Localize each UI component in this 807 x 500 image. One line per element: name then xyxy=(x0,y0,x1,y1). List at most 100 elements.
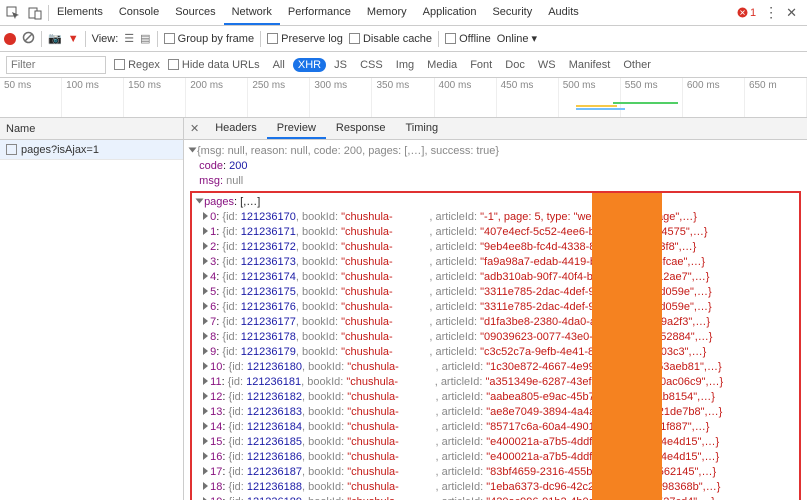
network-main: Name pages?isAjax=1 ✕ HeadersPreviewResp… xyxy=(0,118,807,500)
expand-icon[interactable] xyxy=(189,148,197,153)
array-item[interactable]: 2: {id: 121236172, bookId: "chushula- , … xyxy=(194,240,797,255)
expand-icon[interactable] xyxy=(203,467,208,475)
checkbox-icon[interactable] xyxy=(6,144,17,155)
tab-console[interactable]: Console xyxy=(111,1,167,25)
array-item[interactable]: 18: {id: 121236188, bookId: "chushula- ,… xyxy=(194,480,797,495)
array-item[interactable]: 16: {id: 121236186, bookId: "chushula- ,… xyxy=(194,450,797,465)
error-badge[interactable]: ✕1 xyxy=(737,7,756,19)
array-item[interactable]: 4: {id: 121236174, bookId: "chushula- , … xyxy=(194,270,797,285)
detail-tab-preview[interactable]: Preview xyxy=(267,119,326,139)
large-rows-icon[interactable]: ☰ xyxy=(124,32,134,45)
expand-icon[interactable] xyxy=(203,422,208,430)
expand-icon[interactable] xyxy=(203,317,208,325)
expand-icon[interactable] xyxy=(203,347,208,355)
filter-chip-manifest[interactable]: Manifest xyxy=(564,58,616,72)
waterfall-icon[interactable]: ▤ xyxy=(140,32,150,45)
array-item[interactable]: 5: {id: 121236175, bookId: "chushula- , … xyxy=(194,285,797,300)
filter-chip-other[interactable]: Other xyxy=(618,58,656,72)
filter-chip-css[interactable]: CSS xyxy=(355,58,388,72)
expand-icon[interactable] xyxy=(203,257,208,265)
disable-cache-checkbox[interactable]: Disable cache xyxy=(349,33,432,45)
timeline-overview[interactable]: 50 ms100 ms150 ms200 ms250 ms300 ms350 m… xyxy=(0,78,807,118)
array-item[interactable]: 12: {id: 121236182, bookId: "chushula- ,… xyxy=(194,390,797,405)
expand-icon[interactable] xyxy=(203,392,208,400)
array-item[interactable]: 13: {id: 121236183, bookId: "chushula- ,… xyxy=(194,405,797,420)
expand-icon[interactable] xyxy=(203,272,208,280)
more-icon[interactable]: ⋮ xyxy=(764,4,778,21)
filter-chip-font[interactable]: Font xyxy=(465,58,497,72)
filter-chip-js[interactable]: JS xyxy=(329,58,352,72)
filter-chip-media[interactable]: Media xyxy=(422,58,462,72)
expand-icon[interactable] xyxy=(203,227,208,235)
expand-icon[interactable] xyxy=(203,287,208,295)
request-detail: ✕ HeadersPreviewResponseTiming {msg: nul… xyxy=(184,118,807,500)
tab-elements[interactable]: Elements xyxy=(49,1,111,25)
tab-memory[interactable]: Memory xyxy=(359,1,415,25)
array-item[interactable]: 1: {id: 121236171, bookId: "chushula- , … xyxy=(194,225,797,240)
request-row[interactable]: pages?isAjax=1 xyxy=(0,140,183,160)
array-item[interactable]: 0: {id: 121236170, bookId: "chushula- , … xyxy=(194,210,797,225)
array-item[interactable]: 9: {id: 121236179, bookId: "chushula- , … xyxy=(194,345,797,360)
array-item[interactable]: 10: {id: 121236180, bookId: "chushula- ,… xyxy=(194,360,797,375)
array-item[interactable]: 15: {id: 121236185, bookId: "chushula- ,… xyxy=(194,435,797,450)
array-item[interactable]: 3: {id: 121236173, bookId: "chushula- , … xyxy=(194,255,797,270)
device-icon[interactable] xyxy=(26,4,44,22)
expand-icon[interactable] xyxy=(203,242,208,250)
timeline-tick: 50 ms xyxy=(0,78,62,117)
detail-tab-timing[interactable]: Timing xyxy=(395,119,448,139)
array-item[interactable]: 11: {id: 121236181, bookId: "chushula- ,… xyxy=(194,375,797,390)
timeline-tick: 600 ms xyxy=(683,78,745,117)
expand-icon[interactable] xyxy=(203,332,208,340)
timeline-tick: 150 ms xyxy=(124,78,186,117)
tab-audits[interactable]: Audits xyxy=(540,1,587,25)
array-item[interactable]: 8: {id: 121236178, bookId: "chushula- , … xyxy=(194,330,797,345)
tab-network[interactable]: Network xyxy=(224,1,280,25)
tab-application[interactable]: Application xyxy=(415,1,485,25)
filter-chip-doc[interactable]: Doc xyxy=(500,58,530,72)
regex-checkbox[interactable]: Regex xyxy=(114,59,160,71)
expand-icon[interactable] xyxy=(203,452,208,460)
filter-chip-img[interactable]: Img xyxy=(391,58,419,72)
tab-performance[interactable]: Performance xyxy=(280,1,359,25)
expand-icon[interactable] xyxy=(203,377,208,385)
array-item[interactable]: 6: {id: 121236176, bookId: "chushula- , … xyxy=(194,300,797,315)
expand-icon[interactable] xyxy=(203,302,208,310)
request-list-header[interactable]: Name xyxy=(0,118,183,140)
detail-tab-response[interactable]: Response xyxy=(326,119,396,139)
timeline-tick: 300 ms xyxy=(310,78,372,117)
filter-icon[interactable]: ▼ xyxy=(68,33,79,45)
expand-icon[interactable] xyxy=(203,437,208,445)
close-icon[interactable]: ✕ xyxy=(786,5,797,21)
array-item[interactable]: 19: {id: 121236189, bookId: "chushula- ,… xyxy=(194,495,797,500)
expand-icon[interactable] xyxy=(203,482,208,490)
filter-input[interactable] xyxy=(6,56,106,74)
preserve-log-checkbox[interactable]: Preserve log xyxy=(267,33,343,45)
close-detail-icon[interactable]: ✕ xyxy=(184,122,205,135)
separator xyxy=(260,31,261,47)
expand-icon[interactable] xyxy=(196,199,204,204)
tab-security[interactable]: Security xyxy=(484,1,540,25)
detail-tab-headers[interactable]: Headers xyxy=(205,119,267,139)
array-item[interactable]: 14: {id: 121236184, bookId: "chushula- ,… xyxy=(194,420,797,435)
array-item[interactable]: 17: {id: 121236187, bookId: "chushula- ,… xyxy=(194,465,797,480)
expand-icon[interactable] xyxy=(203,362,208,370)
offline-checkbox[interactable]: Offline xyxy=(445,33,491,45)
timeline-tick: 100 ms xyxy=(62,78,124,117)
filter-chip-ws[interactable]: WS xyxy=(533,58,561,72)
expand-icon[interactable] xyxy=(203,212,208,220)
throttling-select[interactable]: Online ▾ xyxy=(497,32,537,45)
group-by-frame-checkbox[interactable]: Group by frame xyxy=(164,33,254,45)
expand-icon[interactable] xyxy=(203,407,208,415)
clear-icon[interactable] xyxy=(22,31,35,47)
inspect-icon[interactable] xyxy=(4,4,22,22)
filter-chip-xhr[interactable]: XHR xyxy=(293,58,326,72)
preview-pane[interactable]: {msg: null, reason: null, code: 200, pag… xyxy=(184,140,807,500)
filter-chip-all[interactable]: All xyxy=(268,58,290,72)
hide-data-urls-checkbox[interactable]: Hide data URLs xyxy=(168,59,260,71)
record-icon[interactable] xyxy=(4,33,16,45)
array-item[interactable]: 7: {id: 121236177, bookId: "chushula- , … xyxy=(194,315,797,330)
timeline-tick: 450 ms xyxy=(497,78,559,117)
separator xyxy=(41,31,42,47)
tab-sources[interactable]: Sources xyxy=(167,1,223,25)
camera-icon[interactable]: 📷 xyxy=(48,32,62,45)
